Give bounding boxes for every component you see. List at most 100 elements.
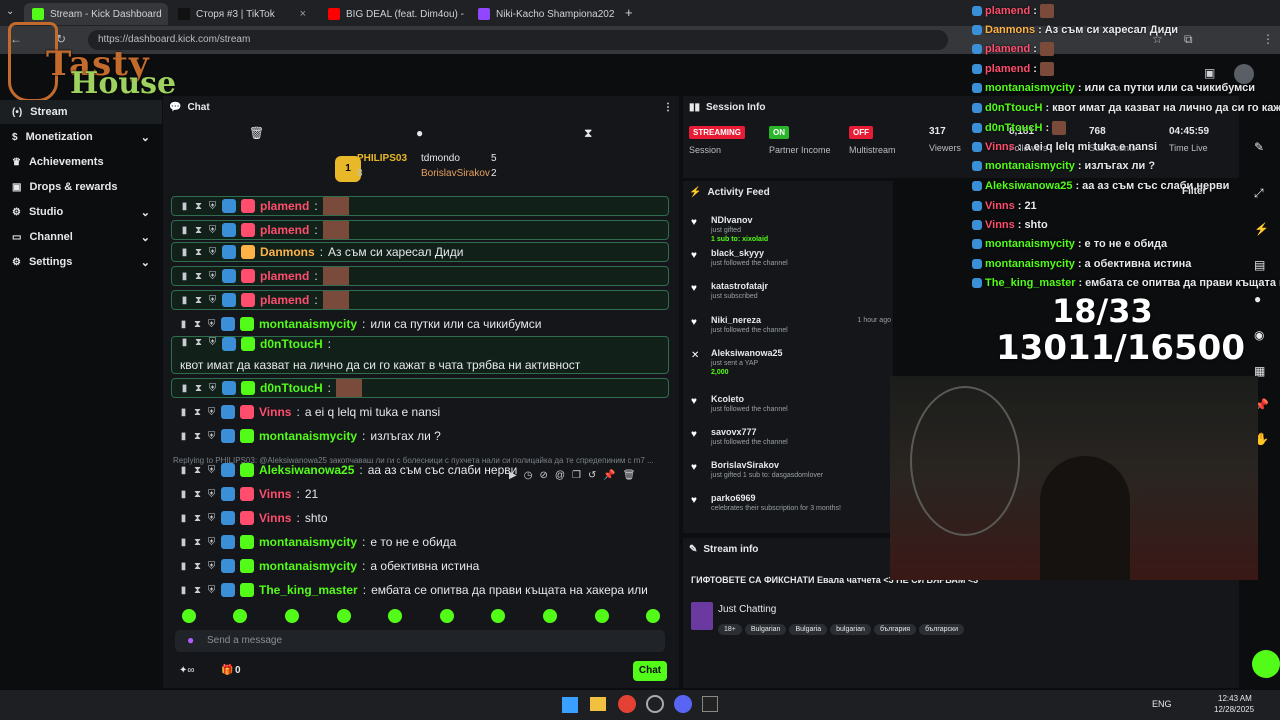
activity-user[interactable]: savovx777 <box>711 427 891 437</box>
delete-icon[interactable]: 🗑 <box>623 470 636 481</box>
emote-icon[interactable] <box>439 609 454 623</box>
hourglass-icon[interactable]: ⧗ <box>194 337 203 348</box>
sidebar-item-stream[interactable]: (•) Stream <box>0 100 162 124</box>
chat-username[interactable]: Vinns <box>259 487 291 501</box>
shield-icon[interactable]: ⛨ <box>207 561 216 572</box>
activity-user[interactable]: BorislavSirakov <box>711 460 891 470</box>
chevron-down-icon[interactable]: ⌄ <box>141 206 150 219</box>
hourglass-icon[interactable]: ⧗ <box>194 295 203 306</box>
trash-icon[interactable]: ▮ <box>180 337 189 348</box>
hourglass-icon[interactable]: ⧗ <box>193 513 202 524</box>
shield-icon[interactable]: ⛨ <box>208 383 217 394</box>
chevron-down-icon[interactable]: ⌄ <box>141 131 150 144</box>
clock-icon[interactable]: ◷ <box>524 470 533 481</box>
browser-tab[interactable]: Сторя #3 | TikTok × <box>170 3 314 25</box>
trash-icon[interactable]: ▮ <box>179 431 188 442</box>
tag-chip[interactable]: Bulgaria <box>789 624 828 635</box>
undo-icon[interactable]: ↺ <box>588 470 596 481</box>
emote-icon[interactable] <box>233 609 248 623</box>
shield-icon[interactable]: ⛨ <box>207 585 216 596</box>
chat-username[interactable]: plamend <box>260 293 309 307</box>
hourglass-icon[interactable]: ⧗ <box>194 271 203 282</box>
chat-username[interactable]: d0nTtoucH <box>260 337 323 351</box>
shield-icon[interactable]: ⛨ <box>207 489 216 500</box>
chat-username[interactable]: montanaismycity <box>259 559 357 573</box>
chat-username[interactable]: montanaismycity <box>259 429 357 443</box>
url-field[interactable]: https://dashboard.kick.com/stream <box>88 30 948 50</box>
copy-icon[interactable]: ❐ <box>572 470 581 481</box>
trash-icon[interactable]: ▮ <box>180 247 189 258</box>
chat-username[interactable]: Danmons <box>260 245 315 259</box>
trash-icon[interactable]: ▮ <box>179 489 188 500</box>
trash-icon[interactable]: ▮ <box>179 561 188 572</box>
chat-icon[interactable]: ● <box>416 126 423 140</box>
chevron-down-icon[interactable]: ⌄ <box>141 256 150 269</box>
trash-icon[interactable]: ▮ <box>179 465 188 476</box>
hourglass-icon[interactable]: ⧗ <box>193 319 202 330</box>
play-icon[interactable]: ▶ <box>509 470 517 481</box>
shield-icon[interactable]: ⛨ <box>208 295 217 306</box>
file-explorer-icon[interactable] <box>590 697 606 711</box>
hourglass-icon[interactable]: ⧗ <box>193 561 202 572</box>
hourglass-icon[interactable]: ⧗ <box>193 465 202 476</box>
hourglass-icon[interactable]: ⧗ <box>193 537 202 548</box>
activity-user[interactable]: Kcoleto <box>711 394 891 404</box>
chat-username[interactable]: The_king_master <box>259 583 358 597</box>
mic-icon[interactable]: ● <box>187 633 194 647</box>
obs-icon[interactable] <box>646 695 664 713</box>
emote-icon[interactable] <box>284 609 299 623</box>
trash-icon[interactable]: ▮ <box>180 271 189 282</box>
sidebar-item-settings[interactable]: ⚙ Settings ⌄ <box>0 250 162 274</box>
emote-icon[interactable] <box>594 609 609 623</box>
chat-username[interactable]: Aleksiwanowa25 <box>259 463 354 477</box>
activity-user[interactable]: katastrofatajr <box>711 281 891 291</box>
send-chat-button[interactable]: Chat <box>633 661 667 681</box>
emote-icon[interactable] <box>336 609 351 623</box>
hourglass-icon[interactable]: ⧗ <box>193 407 202 418</box>
hourglass-icon[interactable]: ⧗ <box>193 489 202 500</box>
new-tab-button[interactable]: + <box>625 5 633 20</box>
shield-icon[interactable]: ⛨ <box>208 225 217 236</box>
activity-user[interactable]: black_skyyy <box>711 248 891 258</box>
hourglass-icon[interactable]: ⧗ <box>194 225 203 236</box>
chat-username[interactable]: plamend <box>260 269 309 283</box>
discord-icon[interactable] <box>674 695 692 713</box>
activity-user[interactable]: Aleksiwanowa25 <box>711 348 891 358</box>
mention-icon[interactable]: @ <box>555 470 565 481</box>
filter-label[interactable]: Filter <box>1182 186 1206 197</box>
activity-user[interactable]: NDIvanov <box>711 215 891 225</box>
chat-bubble-side-icon[interactable]: ● <box>1254 292 1261 306</box>
emote-icon[interactable] <box>181 609 196 623</box>
sidebar-item-drops-rewards[interactable]: ▣ Drops & rewards <box>0 175 162 199</box>
trash-icon[interactable]: ▮ <box>179 407 188 418</box>
chat-username[interactable]: d0nTtoucH <box>260 381 323 395</box>
tag-chip[interactable]: български <box>919 624 964 635</box>
hourglass-icon[interactable]: ⧗ <box>194 201 203 212</box>
trash-icon[interactable]: 🗑 <box>249 126 264 140</box>
chat-username[interactable]: plamend <box>260 223 309 237</box>
emote-icon[interactable] <box>646 609 661 623</box>
chat-input[interactable]: Send a message <box>175 630 665 652</box>
chat-username[interactable]: Vinns <box>259 405 291 419</box>
hourglass-icon[interactable]: ⧗ <box>584 126 592 141</box>
trash-icon[interactable]: ▮ <box>179 319 188 330</box>
chat-username[interactable]: Vinns <box>259 511 291 525</box>
shield-icon[interactable]: ⛨ <box>208 337 217 348</box>
windows-start-icon[interactable] <box>562 697 578 713</box>
hourglass-icon[interactable]: ⧗ <box>193 431 202 442</box>
emote-icon[interactable] <box>388 609 403 623</box>
sidebar-item-achievements[interactable]: ♛ Achievements <box>0 150 162 174</box>
shield-icon[interactable]: ⛨ <box>208 247 217 258</box>
language-indicator[interactable]: ENG <box>1152 699 1172 709</box>
trash-icon[interactable]: ▮ <box>180 225 189 236</box>
chat-username[interactable]: montanaismycity <box>259 535 357 549</box>
trash-icon[interactable]: ▮ <box>180 383 189 394</box>
support-icon[interactable] <box>1252 650 1280 678</box>
sidebar-item-channel[interactable]: ▭ Channel ⌄ <box>0 225 162 249</box>
hourglass-icon[interactable]: ⧗ <box>194 383 203 394</box>
trash-icon[interactable]: ▮ <box>180 201 189 212</box>
activity-user[interactable]: parko6969 <box>711 493 891 503</box>
shield-icon[interactable]: ⛨ <box>207 407 216 418</box>
chat-username[interactable]: montanaismycity <box>259 317 357 331</box>
tab-close-icon[interactable]: × <box>300 8 306 20</box>
